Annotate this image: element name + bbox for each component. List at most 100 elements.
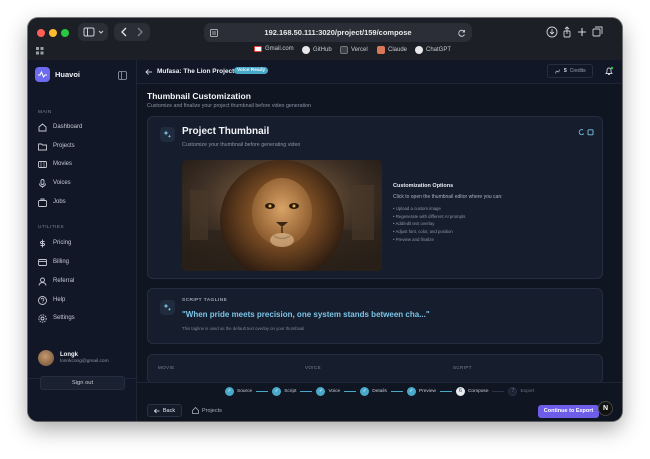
projects-link[interactable]: Projects	[192, 407, 222, 414]
step-compose[interactable]: 6 Compose	[455, 386, 488, 396]
sidebar-item-projects[interactable]: Projects	[36, 139, 130, 153]
section-label-main: MAIN	[38, 110, 52, 115]
sidebar-item-jobs[interactable]: Jobs	[36, 195, 130, 209]
sidebar-icon	[83, 27, 104, 37]
avatar	[38, 350, 54, 366]
reload-icon[interactable]	[458, 29, 466, 37]
url-bar[interactable]: 192.168.50.111:3020/project/159/compose	[204, 23, 472, 42]
credits-display[interactable]: 5 Credits	[547, 64, 593, 78]
step-connector	[390, 390, 403, 392]
step-connector	[256, 390, 269, 392]
film-icon	[38, 160, 47, 168]
sidebar-item-movies[interactable]: Movies	[36, 157, 130, 171]
dashboard-icon	[38, 122, 47, 131]
bookmark-chatgpt[interactable]: ChatGPT	[415, 46, 451, 54]
card-icon	[38, 258, 47, 266]
user-email: lonnkcong@gmail.com	[60, 359, 109, 364]
bookmark-vercel[interactable]: Vercel	[340, 46, 368, 54]
back-arrow-icon[interactable]	[121, 27, 127, 37]
bell-icon[interactable]	[604, 66, 614, 76]
sidebar-item-billing[interactable]: Billing	[36, 255, 130, 269]
minimize-window-button[interactable]	[49, 29, 57, 37]
jobs-icon	[38, 198, 47, 207]
progress-stepper: ✓ Source ✓ Script ✓ Voice ✓ Details ✓ Preview…	[225, 385, 534, 397]
tagline-text: "When pride meets precision, one system …	[182, 310, 430, 319]
browser-actions	[546, 26, 603, 38]
sidebar-toggle-button[interactable]	[78, 23, 108, 41]
new-tab-icon[interactable]	[578, 28, 586, 36]
url-text: 192.168.50.111:3020/project/159/compose	[264, 28, 412, 37]
bookmark-github[interactable]: GitHub	[302, 46, 332, 54]
options-list: • Upload a custom image • Regenerate wit…	[393, 205, 465, 244]
sidebar-item-dashboard[interactable]: Dashboard	[36, 120, 130, 134]
sign-out-button[interactable]: Sign out	[40, 376, 125, 390]
step-details[interactable]: ✓ Details	[360, 386, 387, 396]
card-subtitle: Customize your thumbnail before generati…	[182, 142, 301, 148]
brand-logo	[35, 67, 50, 82]
sidebar-item-voices[interactable]: Voices	[36, 176, 130, 190]
sidebar-item-settings[interactable]: Settings	[36, 311, 130, 325]
gmail-icon	[254, 46, 262, 52]
footer-bar: ✓ Source ✓ Script ✓ Voice ✓ Details ✓ Preview…	[137, 382, 622, 421]
column-header-script: SCRIPT	[453, 365, 472, 370]
link-icon	[555, 68, 560, 74]
refresh-icon[interactable]	[578, 129, 585, 136]
forward-arrow-icon[interactable]	[137, 27, 143, 37]
sidebar-item-referral[interactable]: Referral	[36, 274, 130, 288]
credits-value: 5	[564, 68, 567, 74]
card-title: Project Thumbnail	[182, 126, 270, 137]
step-source[interactable]: ✓ Source	[225, 386, 252, 396]
continue-to-export-button[interactable]: Continue to Export	[538, 405, 599, 418]
page-settings-icon[interactable]	[210, 29, 218, 37]
close-window-button[interactable]	[37, 29, 45, 37]
github-icon	[302, 46, 310, 54]
column-header-movie: MOVIE	[158, 365, 175, 370]
step-script[interactable]: ✓ Script	[272, 386, 296, 396]
edit-icon[interactable]	[587, 129, 594, 136]
claude-icon	[377, 46, 385, 54]
tagline-note: This tagline is used as the default text…	[182, 326, 305, 331]
home-icon	[192, 407, 199, 414]
share-icon[interactable]	[563, 26, 571, 38]
collapse-sidebar-icon[interactable]	[118, 71, 127, 80]
check-icon: ✓	[225, 386, 234, 396]
check-icon: ✓	[316, 386, 326, 396]
n-badge[interactable]: N	[598, 401, 613, 416]
zoom-window-button[interactable]	[61, 29, 69, 37]
step-preview[interactable]: ✓ Preview	[406, 386, 436, 396]
user-profile[interactable]: Longk lonnkcong@gmail.com	[38, 350, 109, 366]
dollar-icon	[40, 239, 45, 247]
thumbnail-image[interactable]	[182, 160, 382, 271]
step-export[interactable]: 7 Export	[508, 386, 534, 396]
sparkle-icon	[160, 300, 175, 315]
sidebar-item-help[interactable]: Help	[36, 293, 130, 307]
bookmark-gmail[interactable]: Gmail.com	[254, 46, 294, 52]
check-icon: ✓	[360, 386, 370, 396]
list-item: • Add/edit text overlay	[393, 221, 435, 227]
step-voice[interactable]: ✓ Voice	[316, 386, 340, 396]
options-title: Customization Options	[393, 183, 454, 189]
step-connector	[492, 390, 505, 392]
card-actions	[578, 129, 594, 136]
back-button[interactable]: Back	[147, 404, 182, 417]
topbar: Mufasa: The Lion Project Voice Ready 5 C…	[137, 60, 622, 84]
folder-icon	[38, 143, 47, 150]
back-arrow-icon[interactable]	[145, 68, 153, 76]
list-item: • Preview and finalize	[393, 236, 434, 242]
grid-icon[interactable]	[36, 47, 44, 55]
bookmarks-bar: Gmail.com GitHub Vercel Claude ChatGPT	[28, 43, 622, 60]
download-icon[interactable]	[546, 26, 558, 38]
user-name: Longk	[60, 352, 78, 358]
browser-chrome: 192.168.50.111:3020/project/159/compose …	[28, 18, 622, 60]
list-item: • Regenerate with different AI prompts	[393, 213, 466, 219]
step-connector	[344, 390, 357, 392]
tabs-overview-icon[interactable]	[592, 26, 603, 37]
project-title: Mufasa: The Lion Project	[157, 68, 235, 75]
sidebar-item-pricing[interactable]: Pricing	[36, 236, 130, 250]
bookmark-claude[interactable]: Claude	[377, 46, 407, 54]
step-number: 7	[508, 386, 518, 396]
brand[interactable]: Huavoi	[35, 67, 80, 82]
list-item: • Upload a custom image	[393, 206, 441, 211]
thumbnail-card: Project Thumbnail Customize your thumbna…	[147, 116, 603, 279]
check-icon: ✓	[272, 386, 282, 396]
